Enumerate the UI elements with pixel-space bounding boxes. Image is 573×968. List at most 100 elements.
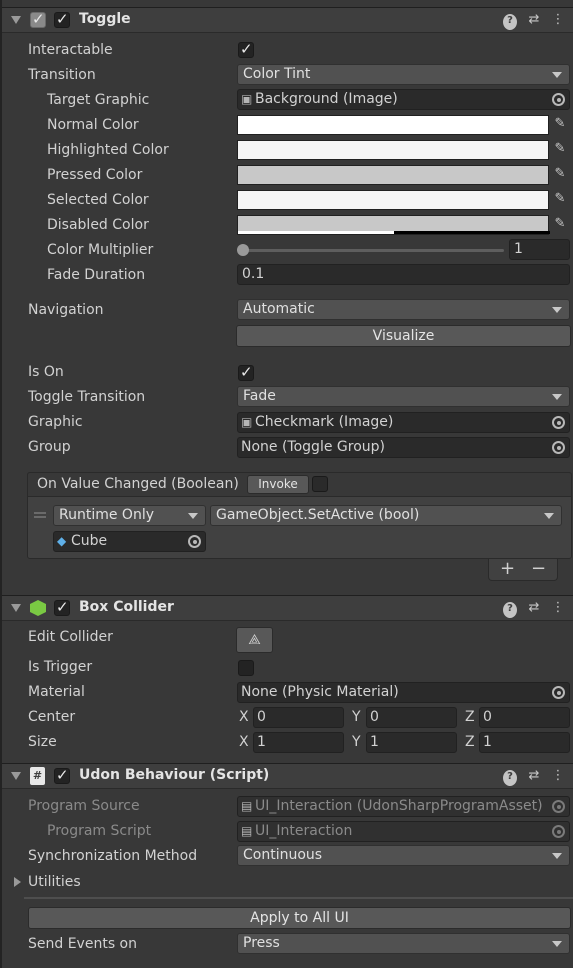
- invoke-checkbox[interactable]: [312, 476, 328, 492]
- size-x-field[interactable]: 1: [253, 732, 344, 753]
- eyedropper-icon[interactable]: ✎: [552, 116, 568, 132]
- target-object-field[interactable]: ◆ Cube: [53, 531, 206, 552]
- group-field[interactable]: None (Toggle Group): [237, 437, 570, 458]
- more-options-icon[interactable]: ⋮: [551, 768, 565, 784]
- runtime-mode-dropdown[interactable]: Runtime Only: [53, 505, 206, 526]
- group-value: None (Toggle Group): [241, 439, 385, 455]
- size-x-label: X: [239, 734, 249, 750]
- help-icon[interactable]: ?: [503, 600, 517, 618]
- target-object-value: Cube: [71, 533, 108, 549]
- graphic-field[interactable]: ▣ Checkmark (Image): [237, 412, 570, 433]
- program-source-label: Program Source: [28, 798, 140, 814]
- fade-duration-field[interactable]: 0.1: [237, 264, 570, 285]
- utilities-foldout-icon[interactable]: [14, 877, 21, 887]
- visualize-button[interactable]: Visualize: [236, 325, 571, 347]
- more-options-icon[interactable]: ⋮: [551, 12, 565, 28]
- script-file-icon: ▤: [241, 824, 253, 838]
- edit-collider-icon: ⟁: [248, 632, 261, 648]
- center-z-label: Z: [465, 709, 475, 725]
- pressed-color-swatch[interactable]: [237, 165, 549, 185]
- drag-handle-icon[interactable]: [34, 512, 46, 518]
- preset-icon[interactable]: ⇄: [527, 600, 541, 616]
- help-icon[interactable]: ?: [503, 12, 517, 30]
- disabled-color-swatch[interactable]: [237, 215, 550, 235]
- toggle-transition-label: Toggle Transition: [28, 389, 146, 405]
- collapse-arrow-icon[interactable]: [11, 16, 21, 24]
- material-label: Material: [28, 684, 85, 700]
- add-listener-button[interactable]: +: [500, 558, 515, 579]
- utilities-foldout-label[interactable]: Utilities: [28, 874, 81, 890]
- toggle-enabled-checkbox[interactable]: [54, 10, 70, 28]
- toggle-transition-dropdown[interactable]: Fade: [237, 386, 570, 407]
- eyedropper-icon[interactable]: ✎: [552, 191, 568, 207]
- eyedropper-icon[interactable]: ✎: [552, 166, 568, 182]
- toggle-component-header[interactable]: Toggle ? ⇄ ⋮: [2, 7, 573, 33]
- function-dropdown[interactable]: GameObject.SetActive (bool): [210, 505, 562, 526]
- highlighted-color-swatch[interactable]: [237, 140, 549, 160]
- selected-color-label: Selected Color: [47, 192, 149, 208]
- disabled-color-label: Disabled Color: [47, 217, 149, 233]
- interactable-checkbox[interactable]: [238, 40, 254, 58]
- send-events-dropdown[interactable]: Press: [237, 933, 570, 954]
- target-graphic-field[interactable]: ▣ Background (Image): [237, 89, 570, 110]
- image-icon: ▣: [241, 415, 253, 429]
- apply-to-all-ui-button[interactable]: Apply to All UI: [28, 907, 571, 929]
- transition-dropdown[interactable]: Color Tint: [237, 64, 570, 85]
- center-y-field[interactable]: 0: [366, 707, 457, 728]
- collapse-arrow-icon[interactable]: [11, 772, 21, 780]
- color-multiplier-slider-track[interactable]: [242, 249, 504, 252]
- udon-behaviour-component-header[interactable]: # Udon Behaviour (Script) ? ⇄ ⋮: [2, 763, 573, 789]
- highlighted-color-label: Highlighted Color: [47, 142, 169, 158]
- box-collider-enabled-checkbox[interactable]: [54, 598, 70, 616]
- collapse-arrow-icon[interactable]: [11, 604, 21, 612]
- interactable-label: Interactable: [28, 42, 113, 58]
- color-multiplier-field[interactable]: 1: [509, 239, 570, 260]
- object-picker-icon[interactable]: [188, 535, 201, 548]
- toggle-component-icon: [30, 10, 46, 28]
- list-footer: + −: [488, 558, 558, 581]
- center-z-field[interactable]: 0: [479, 707, 570, 728]
- edit-collider-label: Edit Collider: [28, 629, 113, 645]
- size-z-label: Z: [465, 734, 475, 750]
- more-options-icon[interactable]: ⋮: [551, 600, 565, 616]
- is-on-checkbox[interactable]: [238, 363, 254, 381]
- udon-enabled-checkbox[interactable]: [54, 766, 70, 784]
- is-trigger-checkbox[interactable]: [238, 660, 254, 676]
- color-multiplier-label: Color Multiplier: [47, 242, 154, 258]
- size-y-label: Y: [352, 734, 361, 750]
- normal-color-swatch[interactable]: [237, 115, 549, 135]
- remove-listener-button[interactable]: −: [531, 558, 546, 579]
- edit-collider-button[interactable]: ⟁: [236, 627, 273, 653]
- size-y-field[interactable]: 1: [366, 732, 457, 753]
- box-collider-icon: [30, 600, 46, 616]
- box-collider-component-header[interactable]: Box Collider ? ⇄ ⋮: [2, 595, 573, 621]
- normal-color-label: Normal Color: [47, 117, 139, 133]
- eyedropper-icon[interactable]: ✎: [552, 216, 568, 232]
- selected-color-swatch[interactable]: [237, 190, 549, 210]
- divider: [24, 897, 573, 899]
- sync-method-dropdown[interactable]: Continuous: [237, 845, 570, 866]
- send-events-label: Send Events on: [28, 936, 137, 952]
- object-picker-icon[interactable]: [552, 93, 565, 106]
- color-multiplier-slider-knob[interactable]: [237, 244, 249, 256]
- program-script-label: Program Script: [47, 823, 152, 839]
- inspector-panel: Toggle ? ⇄ ⋮ Interactable Transition Col…: [0, 0, 573, 968]
- object-picker-icon[interactable]: [552, 686, 565, 699]
- center-x-field[interactable]: 0: [253, 707, 344, 728]
- on-value-changed-header: On Value Changed (Boolean) Invoke: [27, 472, 572, 497]
- size-z-field[interactable]: 1: [479, 732, 570, 753]
- image-icon: ▣: [241, 92, 253, 106]
- material-field[interactable]: None (Physic Material): [237, 682, 570, 703]
- preset-icon[interactable]: ⇄: [527, 12, 541, 28]
- object-picker-icon[interactable]: [552, 416, 565, 429]
- component-title: Toggle: [79, 11, 131, 27]
- preset-icon[interactable]: ⇄: [527, 768, 541, 784]
- help-icon[interactable]: ?: [503, 768, 517, 786]
- transition-label: Transition: [28, 67, 96, 83]
- program-source-field: ▤ UI_Interaction (UdonSharpProgramAsset): [237, 796, 570, 817]
- invoke-button[interactable]: Invoke: [247, 475, 309, 494]
- navigation-dropdown[interactable]: Automatic: [237, 299, 570, 320]
- is-trigger-label: Is Trigger: [28, 659, 93, 675]
- eyedropper-icon[interactable]: ✎: [552, 141, 568, 157]
- object-picker-icon[interactable]: [552, 441, 565, 454]
